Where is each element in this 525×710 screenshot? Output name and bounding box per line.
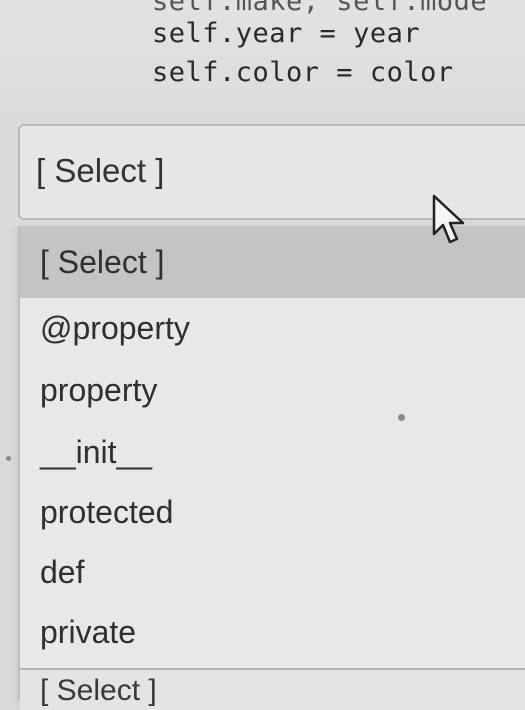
dropdown-list: [ Select ] @property property __init__ p… bbox=[18, 226, 525, 700]
dropdown-option-protected[interactable]: protected bbox=[20, 482, 525, 542]
code-line: self.year = year bbox=[152, 18, 421, 49]
mouse-pointer-icon bbox=[432, 194, 465, 244]
next-select-value: [ Select ] bbox=[40, 674, 157, 707]
code-editor: self.make, self.mode self.year = year se… bbox=[0, 0, 525, 118]
screen-speck bbox=[398, 414, 405, 421]
dropdown-option-init[interactable]: __init__ bbox=[20, 422, 525, 482]
dropdown-option-private[interactable]: private bbox=[20, 602, 525, 662]
code-line: self.color = color bbox=[152, 57, 454, 88]
dropdown-option-at-property[interactable]: @property bbox=[20, 298, 525, 358]
dropdown-option-property[interactable]: property bbox=[20, 360, 525, 420]
select-value: [ Select ] bbox=[36, 152, 165, 189]
dropdown-option-def[interactable]: def bbox=[20, 542, 525, 602]
next-keyword-select[interactable]: [ Select ] bbox=[20, 668, 525, 710]
screen-speck bbox=[6, 456, 11, 461]
code-line: self.make, self.mode bbox=[152, 0, 488, 17]
